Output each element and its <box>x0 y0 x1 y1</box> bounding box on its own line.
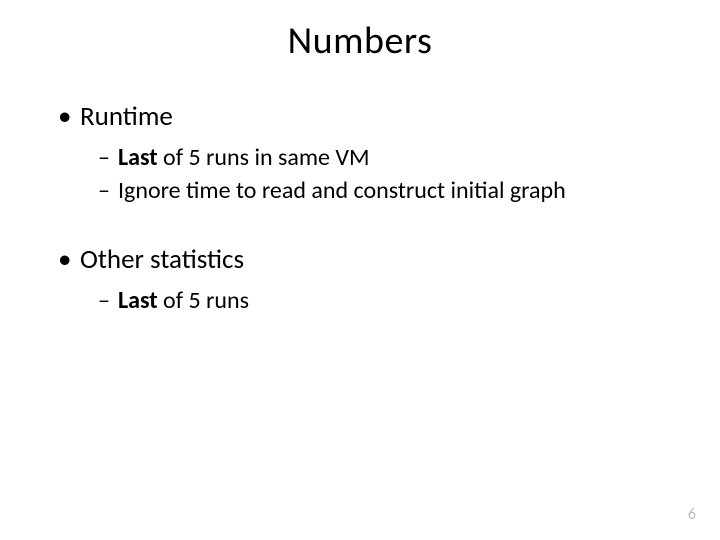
bullet-runtime: Runtime <box>58 100 680 133</box>
bullet-other-stats-label: Other statistics <box>80 243 244 276</box>
bullet-runtime-item-0-rest: of 5 runs in same VM <box>158 143 370 172</box>
bullet-other-stats: Other statistics <box>58 243 680 276</box>
bullet-runtime-item-1-rest: Ignore time to read and construct initia… <box>118 176 566 205</box>
bullet-runtime-item-1: Ignore time to read and construct initia… <box>98 176 680 205</box>
bullet-runtime-item-0-bold: Last <box>118 143 158 172</box>
slide-title: Numbers <box>40 18 680 64</box>
page-number: 6 <box>688 505 696 524</box>
bullet-other-stats-item-0-bold: Last <box>118 286 158 315</box>
section-gap <box>40 209 680 243</box>
bullet-other-stats-item-0-rest: of 5 runs <box>158 286 249 315</box>
bullet-runtime-item-0: Last of 5 runs in same VM <box>98 143 680 172</box>
bullet-runtime-label: Runtime <box>80 100 173 133</box>
bullet-other-stats-item-0: Last of 5 runs <box>98 286 680 315</box>
slide: Numbers Runtime Last of 5 runs in same V… <box>0 0 720 540</box>
